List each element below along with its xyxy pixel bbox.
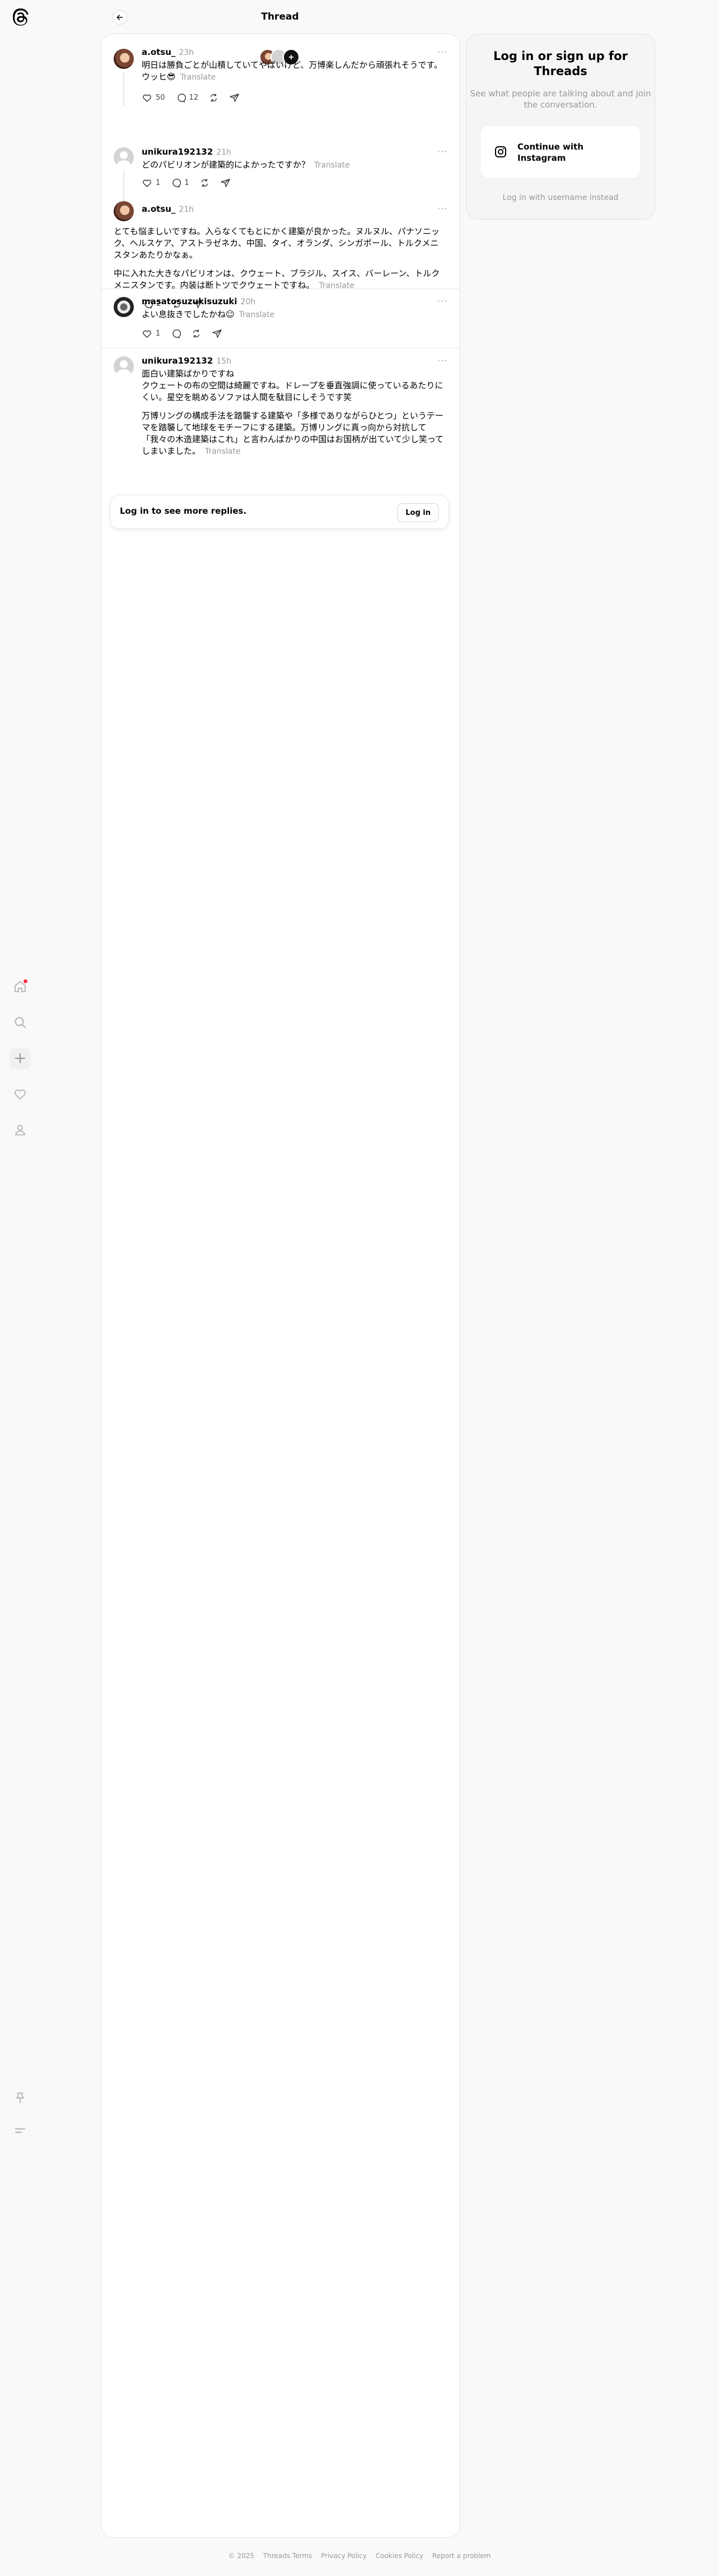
nav-menu[interactable]	[10, 2120, 31, 2141]
nav-home[interactable]	[10, 976, 31, 997]
footer-link-terms[interactable]: Threads Terms	[263, 2552, 312, 2560]
heart-icon	[14, 1089, 26, 1100]
post-time: 23h	[179, 48, 194, 57]
username[interactable]: a.otsu_	[142, 204, 175, 214]
post-text: よい息抜きでしたかね☺	[142, 309, 235, 319]
repost-icon	[193, 329, 200, 338]
login-button[interactable]: Log in	[397, 503, 439, 522]
more-icon[interactable]: ···	[437, 146, 447, 157]
nav-pin[interactable]	[10, 2087, 31, 2109]
post-text: 中に入れた大きなパビリオンは、クウェート、ブラジル、スイス、バーレーン、トルクメ…	[114, 268, 440, 290]
thread-post: masatosuzukisuzuki 20h よい息抜きでしたかね☺ Transla…	[101, 289, 460, 347]
like-count: 1	[156, 329, 161, 338]
nav-profile[interactable]	[10, 1119, 31, 1141]
post-time: 21h	[179, 205, 194, 214]
translate-link[interactable]: Translate	[239, 310, 275, 319]
thread-card: a.otsu_ 23h 明日は勝負ごとが山積していてやばいけど、万博楽しんだから頑…	[101, 34, 460, 2538]
instagram-login-label: Continue with Instagram	[517, 142, 583, 163]
avatar[interactable]	[114, 297, 134, 317]
share-button[interactable]	[229, 92, 240, 103]
footer: © 2025 Threads Terms Privacy Policy Cook…	[0, 2552, 719, 2560]
footer-link-privacy[interactable]: Privacy Policy	[321, 2552, 367, 2560]
more-icon[interactable]: ···	[437, 355, 447, 366]
avatar[interactable]	[114, 201, 134, 221]
post-time: 21h	[216, 148, 231, 157]
post-text: クウェートの布の空間は綺麗ですね。ドレープを垂直強調に使っているあたりにくい。星…	[142, 380, 443, 402]
page-title: Thread	[261, 11, 299, 22]
thread-header: Thread	[101, 8, 459, 26]
like-button[interactable]: 50	[142, 92, 165, 103]
footer-link-cookies[interactable]: Cookies Policy	[376, 2552, 423, 2560]
repost-button[interactable]	[208, 92, 219, 103]
copyright: © 2025	[228, 2552, 255, 2560]
profile-icon	[15, 1124, 25, 1136]
signup-subtitle: See what people are talking about and jo…	[470, 89, 651, 110]
avatar[interactable]	[114, 49, 134, 69]
reply-button[interactable]: 12	[175, 92, 199, 103]
reply-count: 12	[189, 94, 199, 102]
login-prompt: Log in to see more replies. Log in	[111, 496, 448, 528]
avatar[interactable]	[114, 356, 134, 376]
menu-icon	[15, 2128, 26, 2133]
post-text: とても悩ましいですね。入らなくてもとにかく建築が良かった。ヌルヌル、パナソニック…	[114, 226, 440, 260]
nav-search[interactable]	[10, 1012, 31, 1033]
notification-dot	[24, 979, 27, 983]
send-icon	[212, 329, 222, 338]
footer-link-report[interactable]: Report a problem	[432, 2552, 491, 2560]
thread-post: a.otsu_ 23h 明日は勝負ごとが山積していてやばいけど、万博楽しんだから頑…	[101, 34, 460, 106]
comment-icon	[172, 329, 181, 338]
pin-icon	[16, 2093, 24, 2103]
post-actions: 1	[142, 328, 232, 339]
instagram-icon	[495, 146, 506, 157]
translate-link[interactable]: Translate	[205, 447, 241, 456]
post-actions: 50 12	[142, 92, 250, 103]
threads-logo[interactable]	[10, 7, 31, 28]
more-icon[interactable]: ···	[437, 296, 447, 306]
username[interactable]: unikura192132	[142, 147, 213, 157]
signup-panel: Log in or sign up for Threads See what p…	[466, 34, 655, 220]
reply-button[interactable]	[170, 328, 181, 339]
nav-activity[interactable]	[10, 1084, 31, 1105]
username[interactable]: a.otsu_	[142, 47, 175, 57]
username[interactable]: masatosuzukisuzuki	[142, 296, 237, 306]
post-time: 20h	[240, 297, 256, 306]
heart-icon	[143, 94, 151, 102]
username[interactable]: unikura192132	[142, 356, 213, 366]
plus-icon	[15, 1053, 26, 1064]
post-time: 15h	[216, 357, 231, 366]
login-prompt-label: Log in to see more replies.	[120, 506, 247, 516]
post-text: 面白い建築ばかりですね	[142, 369, 235, 379]
post-text: 万博リングの構成手法を踏襲する建築や「多様でありながらひとつ」というテーマを踏襲…	[142, 411, 444, 456]
nav-create[interactable]	[10, 1048, 31, 1069]
more-icon[interactable]: ···	[437, 47, 447, 57]
thread-connector	[123, 72, 124, 106]
heart-icon	[143, 330, 151, 338]
signup-title: Log in or sign up for Threads	[493, 49, 628, 78]
translate-link[interactable]: Translate	[180, 73, 216, 82]
send-icon	[230, 94, 239, 102]
repost-icon	[211, 94, 217, 102]
search-icon	[15, 1017, 26, 1029]
comment-icon	[177, 94, 186, 103]
like-count: 50	[156, 94, 165, 102]
username-login-link[interactable]: Log in with username instead	[466, 193, 655, 202]
instagram-login-button[interactable]: Continue with Instagram	[480, 125, 641, 179]
more-icon[interactable]: ···	[437, 203, 447, 214]
like-button[interactable]: 1	[142, 328, 160, 339]
share-button[interactable]	[212, 328, 222, 339]
repost-button[interactable]	[191, 328, 202, 339]
thread-post: unikura192132 15h 面白い建築ばかりですね クウェートの布の空間は…	[101, 348, 460, 506]
